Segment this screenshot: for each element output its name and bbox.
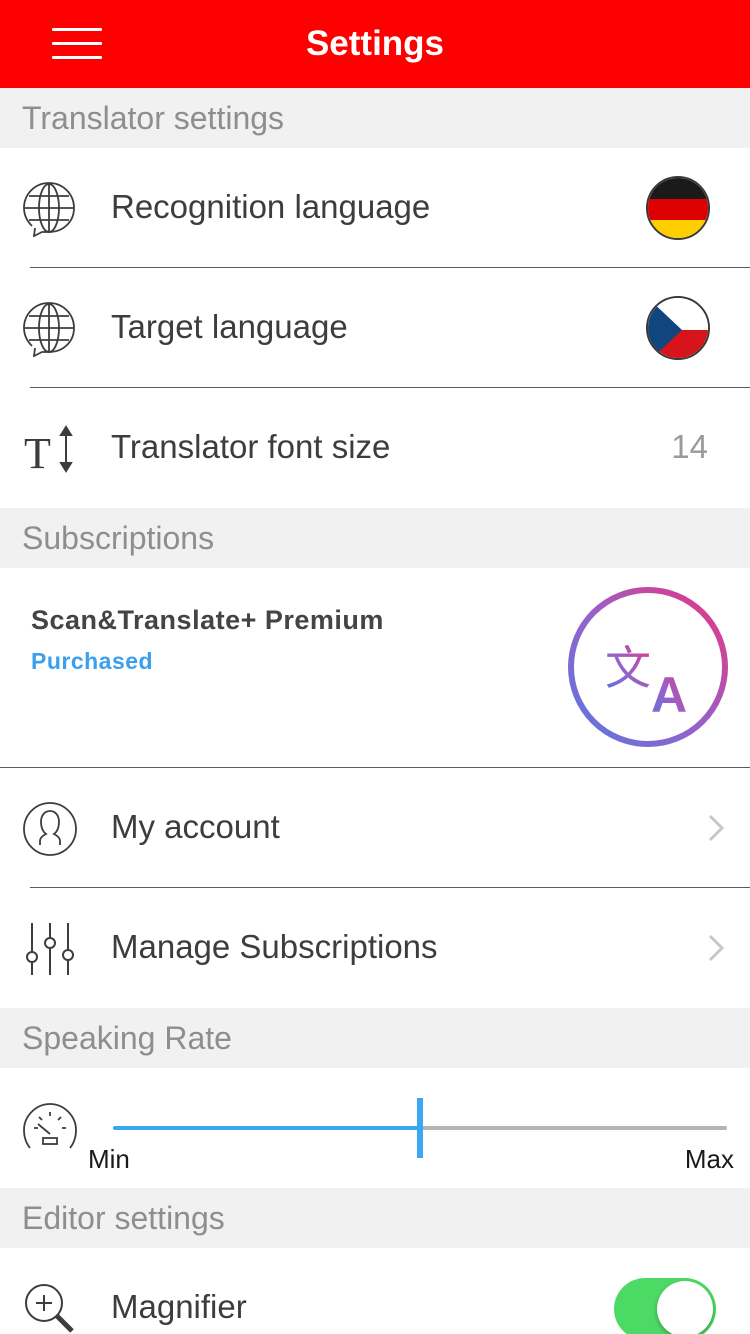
translate-logo-icon: 文 A bbox=[567, 586, 729, 748]
section-header-label: Translator settings bbox=[22, 100, 285, 136]
user-icon bbox=[23, 802, 77, 856]
manage-subscriptions-row[interactable]: Manage Subscriptions bbox=[0, 888, 750, 1008]
magnifier-row: Magnifier bbox=[0, 1248, 750, 1334]
recognition-language-row[interactable]: Recognition language bbox=[0, 148, 750, 268]
globe-chat-icon bbox=[23, 302, 75, 357]
speaking-rate-slider[interactable] bbox=[113, 1098, 727, 1158]
premium-title: Scan&Translate+ Premium bbox=[31, 605, 384, 635]
speaking-rate-row: Min Max bbox=[0, 1068, 750, 1188]
chevron-right-icon bbox=[708, 934, 725, 962]
slider-thumb[interactable] bbox=[417, 1098, 423, 1158]
czech-flag-icon bbox=[646, 296, 710, 360]
magnifier-zoom-icon bbox=[25, 1284, 74, 1333]
premium-subscription-card: Scan&Translate+ Premium Purchased 文 A bbox=[0, 568, 750, 768]
slider-max-label: Max bbox=[684, 1144, 734, 1174]
section-header-speaking-rate: Speaking Rate bbox=[0, 1008, 750, 1068]
font-size-label: Translator font size bbox=[111, 428, 391, 465]
sliders-icon bbox=[26, 923, 74, 975]
my-account-label: My account bbox=[111, 808, 280, 845]
text-size-icon: T bbox=[24, 425, 73, 477]
slider-min-label: Min bbox=[88, 1144, 130, 1174]
svg-text:A: A bbox=[651, 667, 687, 723]
speedometer-icon bbox=[23, 1103, 77, 1149]
slider-fill bbox=[113, 1126, 420, 1130]
target-language-label: Target language bbox=[111, 308, 348, 345]
manage-subscriptions-label: Manage Subscriptions bbox=[111, 928, 438, 965]
svg-text:文: 文 bbox=[605, 641, 651, 695]
svg-text:T: T bbox=[24, 429, 51, 477]
font-size-row[interactable]: T Translator font size 14 bbox=[0, 388, 750, 508]
germany-flag-icon bbox=[646, 176, 710, 240]
target-language-row[interactable]: Target language bbox=[0, 268, 750, 388]
toggle-knob bbox=[657, 1281, 713, 1334]
my-account-row[interactable]: My account bbox=[0, 768, 750, 888]
globe-chat-icon bbox=[23, 182, 75, 237]
section-header-label: Subscriptions bbox=[22, 520, 215, 556]
chevron-right-icon bbox=[708, 814, 725, 842]
page-title: Settings bbox=[305, 24, 445, 63]
section-header-label: Editor settings bbox=[22, 1200, 225, 1236]
magnifier-label: Magnifier bbox=[111, 1288, 247, 1325]
nav-bar: Settings bbox=[0, 0, 750, 88]
font-size-value: 14 bbox=[671, 428, 708, 465]
premium-status: Purchased bbox=[31, 648, 154, 674]
magnifier-toggle[interactable] bbox=[614, 1278, 716, 1334]
section-header-translator: Translator settings bbox=[0, 88, 750, 148]
section-header-editor: Editor settings bbox=[0, 1188, 750, 1248]
section-header-subscriptions: Subscriptions bbox=[0, 508, 750, 568]
recognition-language-label: Recognition language bbox=[111, 188, 431, 225]
section-header-label: Speaking Rate bbox=[22, 1020, 232, 1056]
